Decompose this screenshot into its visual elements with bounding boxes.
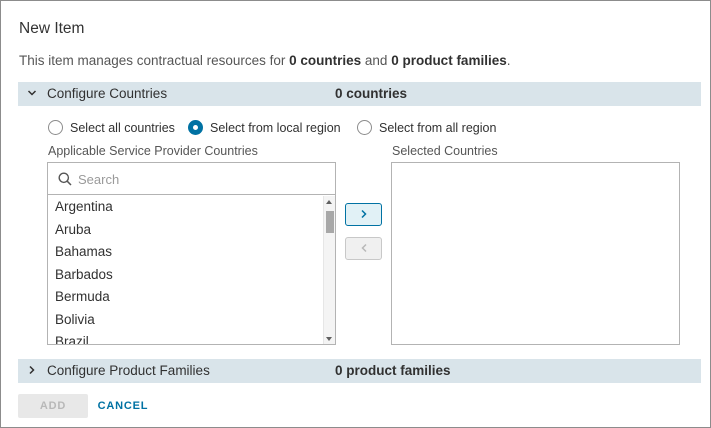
list-item[interactable]: Bolivia xyxy=(48,309,323,332)
selected-countries-list[interactable] xyxy=(391,162,680,345)
summary-countries-count: 0 countries xyxy=(289,53,362,68)
country-search xyxy=(48,163,335,195)
move-left-button[interactable] xyxy=(345,237,382,260)
radio-local-region-label: Select from local region xyxy=(210,120,341,135)
new-item-dialog: New Item This item manages contractual r… xyxy=(0,0,711,428)
add-button[interactable]: ADD xyxy=(18,394,88,418)
selected-countries-label: Selected Countries xyxy=(392,144,498,158)
available-countries-list: Argentina Aruba Bahamas Barbados Bermuda… xyxy=(47,162,336,345)
summary-prefix: This item manages contractual resources … xyxy=(19,53,290,68)
dialog-title: New Item xyxy=(19,20,85,37)
configure-product-families-count: 0 product families xyxy=(335,363,451,378)
chevron-left-icon xyxy=(360,240,368,258)
list-item[interactable]: Barbados xyxy=(48,264,323,287)
radio-option-all-countries[interactable]: Select all countries xyxy=(48,120,175,135)
chevron-down-icon[interactable] xyxy=(26,87,38,99)
chevron-right-icon xyxy=(360,206,368,224)
scroll-down-arrow-icon[interactable] xyxy=(326,337,332,341)
list-item[interactable]: Brazil xyxy=(48,331,323,344)
radio-all-countries[interactable] xyxy=(48,120,63,135)
summary-suffix: . xyxy=(506,53,511,68)
list-item[interactable]: Aruba xyxy=(48,219,323,242)
list-scrollbar[interactable] xyxy=(323,196,335,344)
configure-countries-header[interactable]: Configure Countries 0 countries xyxy=(18,82,701,106)
cancel-button[interactable]: CANCEL xyxy=(91,394,155,418)
radio-all-countries-label: Select all countries xyxy=(70,120,175,135)
chevron-right-icon[interactable] xyxy=(26,364,38,376)
summary-middle: and xyxy=(361,53,392,68)
configure-product-families-header[interactable]: Configure Product Families 0 product fam… xyxy=(18,359,701,383)
radio-all-region[interactable] xyxy=(357,120,372,135)
dialog-summary: This item manages contractual resources … xyxy=(19,53,510,68)
available-countries-label: Applicable Service Provider Countries xyxy=(48,144,258,158)
country-items: Argentina Aruba Bahamas Barbados Bermuda… xyxy=(48,196,323,344)
radio-option-all-region[interactable]: Select from all region xyxy=(357,120,496,135)
radio-all-region-label: Select from all region xyxy=(379,120,497,135)
list-item[interactable]: Bermuda xyxy=(48,286,323,309)
list-item[interactable]: Bahamas xyxy=(48,241,323,264)
radio-local-region[interactable] xyxy=(188,120,203,135)
country-search-input[interactable] xyxy=(78,169,318,189)
configure-countries-count: 0 countries xyxy=(335,86,408,101)
search-icon xyxy=(58,172,72,191)
summary-families-count: 0 product families xyxy=(391,53,507,68)
configure-countries-label: Configure Countries xyxy=(47,86,168,101)
scroll-up-arrow-icon[interactable] xyxy=(326,200,332,204)
move-right-button[interactable] xyxy=(345,203,382,226)
configure-product-families-label: Configure Product Families xyxy=(47,363,210,378)
scrollbar-thumb[interactable] xyxy=(326,211,334,233)
radio-option-local-region[interactable]: Select from local region xyxy=(188,120,341,135)
list-item[interactable]: Argentina xyxy=(48,196,323,219)
